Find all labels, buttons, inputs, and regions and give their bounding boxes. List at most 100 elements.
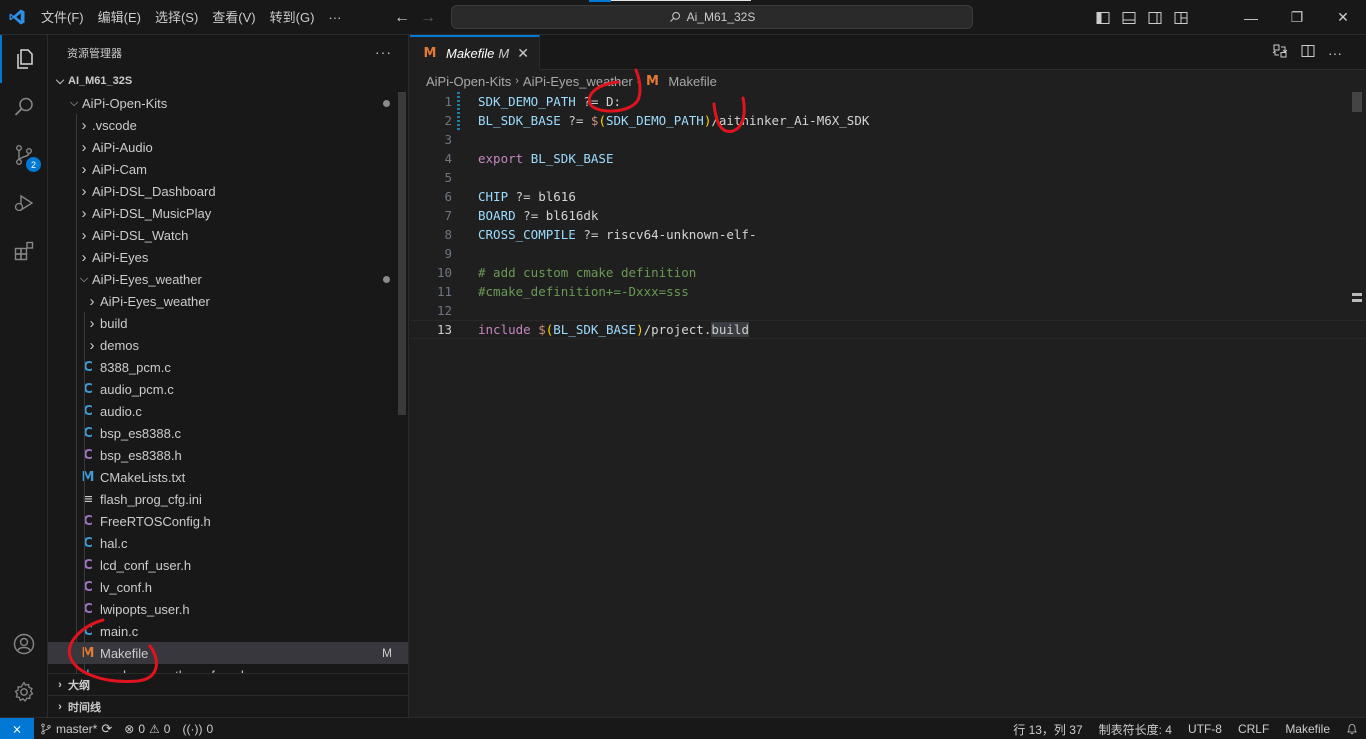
cursor-position[interactable]: 行 13，列 37: [1005, 718, 1090, 739]
language-mode[interactable]: Makefile: [1277, 718, 1338, 739]
remote-indicator[interactable]: ⨯: [0, 717, 34, 739]
run-debug-icon[interactable]: [0, 179, 48, 227]
indentation[interactable]: 制表符长度: 4: [1091, 718, 1180, 739]
file-item[interactable]: M Makefile M: [48, 642, 408, 664]
open-changes-icon[interactable]: [1272, 43, 1288, 62]
folder-item[interactable]: › AiPi-DSL_Watch: [48, 224, 408, 246]
customize-layout-icon[interactable]: [1168, 0, 1194, 35]
code-editor[interactable]: 1 SDK_DEMO_PATH ?= D: 2 BL_SDK_BASE ?= $(SD…: [410, 92, 1366, 339]
code-line[interactable]: 8 CROSS_COMPILE ?= riscv64-unknown-elf-: [410, 225, 1366, 244]
close-window-button[interactable]: ✕: [1320, 0, 1366, 35]
tree-item-label: AiPi-DSL_Watch: [92, 227, 189, 243]
accounts-icon[interactable]: [0, 620, 48, 668]
explorer-more-actions[interactable]: ···: [375, 44, 392, 60]
source-control-icon[interactable]: 2: [0, 131, 48, 179]
folder-item[interactable]: ⌵ AiPi-Open-Kits: [48, 92, 408, 114]
code-line[interactable]: 12: [410, 301, 1366, 320]
menu-view[interactable]: 查看(V): [205, 0, 262, 35]
file-item[interactable]: Chal.c: [48, 532, 408, 554]
indent-guide: [76, 114, 77, 690]
search-activity-icon[interactable]: [0, 83, 48, 131]
file-item[interactable]: Caudio.c: [48, 400, 408, 422]
breadcrumb-item[interactable]: AiPi-Eyes_weather: [523, 74, 633, 89]
code-line[interactable]: 13 include $(BL_SDK_BASE)/project.build: [410, 320, 1366, 339]
minimize-button[interactable]: —: [1228, 0, 1274, 35]
chevron-right-icon: ›: [636, 75, 641, 87]
file-item[interactable]: C FreeRTOSConfig.h: [48, 510, 408, 532]
code-token: ?=: [575, 94, 606, 109]
menu-selection[interactable]: 选择(S): [148, 0, 205, 35]
file-item[interactable]: M CMakeLists.txt: [48, 466, 408, 488]
tab-makefile[interactable]: M Makefile M ✕: [410, 35, 540, 70]
menu-file[interactable]: 文件(F): [34, 0, 91, 35]
file-item[interactable]: ≡ flash_prog_cfg.ini: [48, 488, 408, 510]
header-file-icon: C: [83, 601, 93, 617]
tree-item-label: 8388_pcm.c: [100, 359, 171, 375]
folder-item[interactable]: › AiPi-Eyes: [48, 246, 408, 268]
code-token: include: [478, 322, 531, 337]
code-line[interactable]: 4 export BL_SDK_BASE: [410, 149, 1366, 168]
menu-edit[interactable]: 编辑(E): [91, 0, 148, 35]
file-item[interactable]: Cbsp_es8388.c: [48, 422, 408, 444]
file-item[interactable]: Caudio_pcm.c: [48, 378, 408, 400]
code-line[interactable]: 9: [410, 244, 1366, 263]
back-arrow-icon[interactable]: ←: [394, 9, 410, 27]
menu-more[interactable]: ···: [321, 0, 348, 35]
menu-go[interactable]: 转到(G): [263, 0, 322, 35]
file-item[interactable]: Cbsp_es8388.h: [48, 444, 408, 466]
code-line[interactable]: 6 CHIP ?= bl616: [410, 187, 1366, 206]
c-file-icon: C: [83, 623, 93, 639]
header-file-icon: C: [83, 557, 93, 573]
extensions-icon[interactable]: [0, 227, 48, 275]
split-editor-icon[interactable]: [1300, 43, 1316, 62]
file-item[interactable]: Clv_conf.h: [48, 576, 408, 598]
encoding[interactable]: UTF-8: [1180, 718, 1230, 739]
toggle-secondary-sidebar-icon[interactable]: [1142, 0, 1168, 35]
folder-item[interactable]: › AiPi-Eyes_weather: [48, 290, 408, 312]
timeline-section[interactable]: › 时间线: [48, 695, 408, 717]
code-line[interactable]: 11 #cmake_definition+=-Dxxx=sss: [410, 282, 1366, 301]
folder-item[interactable]: › AiPi-Cam: [48, 158, 408, 180]
breadcrumb-item[interactable]: AiPi-Open-Kits: [426, 74, 511, 89]
code-line[interactable]: 1 SDK_DEMO_PATH ?= D:: [410, 92, 1366, 111]
ports-status[interactable]: ((·)) 0: [176, 718, 219, 739]
breadcrumb-item[interactable]: Makefile: [668, 74, 716, 89]
folder-item[interactable]: › AiPi-DSL_MusicPlay: [48, 202, 408, 224]
end-of-line[interactable]: CRLF: [1230, 718, 1277, 739]
command-center-search[interactable]: Ai_M61_32S: [451, 5, 973, 29]
header-file-icon: C: [83, 513, 93, 529]
workspace-root[interactable]: ⌵ AI_M61_32S: [48, 70, 408, 92]
file-item[interactable]: C 8388_pcm.c: [48, 356, 408, 378]
restore-button[interactable]: ❐: [1274, 0, 1320, 35]
notifications-bell-icon[interactable]: [1338, 718, 1366, 739]
code-token: ?=: [515, 208, 546, 223]
c-file-icon: C: [83, 403, 93, 419]
folder-item[interactable]: › .vscode: [48, 114, 408, 136]
tab-close-icon[interactable]: ✕: [517, 45, 529, 62]
code-line[interactable]: 5: [410, 168, 1366, 187]
file-item[interactable]: Clcd_conf_user.h: [48, 554, 408, 576]
folder-item[interactable]: › AiPi-Audio: [48, 136, 408, 158]
manage-gear-icon[interactable]: [0, 668, 48, 716]
folder-item[interactable]: › demos: [48, 334, 408, 356]
forward-arrow-icon[interactable]: →: [420, 9, 436, 27]
toggle-panel-icon[interactable]: [1116, 0, 1142, 35]
code-line[interactable]: 3: [410, 130, 1366, 149]
file-item[interactable]: Cmain.c: [48, 620, 408, 642]
code-line[interactable]: 10 # add custom cmake definition: [410, 263, 1366, 282]
problems-status[interactable]: ⊗ 0 ⚠ 0: [118, 718, 176, 739]
explorer-icon[interactable]: [0, 35, 48, 83]
sync-icon[interactable]: ⟳: [101, 721, 112, 737]
sidebar-scrollbar[interactable]: [398, 92, 406, 415]
file-item[interactable]: Clwipopts_user.h: [48, 598, 408, 620]
folder-item[interactable]: › build: [48, 312, 408, 334]
folder-item[interactable]: › AiPi-DSL_Dashboard: [48, 180, 408, 202]
outline-section[interactable]: › 大纲: [48, 673, 408, 695]
folder-item[interactable]: ⌵ AiPi-Eyes_weather: [48, 268, 408, 290]
code-line[interactable]: 2 BL_SDK_BASE ?= $(SDK_DEMO_PATH)/aithink…: [410, 111, 1366, 130]
code-line[interactable]: 7 BOARD ?= bl616dk: [410, 206, 1366, 225]
editor-scrollbar[interactable]: [1352, 92, 1362, 112]
toggle-primary-sidebar-icon[interactable]: [1090, 0, 1116, 35]
branch-status[interactable]: master* ⟳: [34, 718, 118, 739]
more-actions-icon[interactable]: ···: [1328, 45, 1342, 61]
